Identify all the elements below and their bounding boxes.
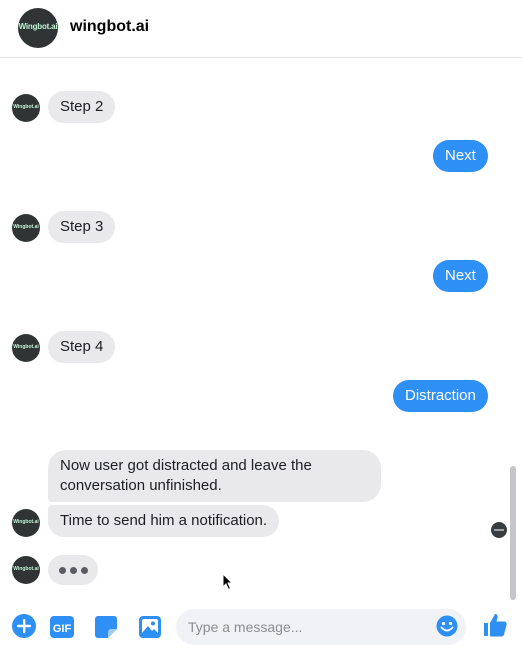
typing-dot [81,567,88,574]
chat-title[interactable]: wingbot.ai [70,18,149,36]
emoji-icon[interactable] [436,615,458,637]
message-bubble-incoming: Now user got distracted and leave the co… [48,450,381,502]
message-bubble-incoming: Step 4 [48,331,116,363]
bot-avatar-small: Wingbot.ai [12,334,40,362]
like-icon[interactable] [481,611,509,639]
typing-dot [70,567,77,574]
message-bubble-incoming: Step 2 [48,91,116,123]
photo-icon[interactable] [137,614,163,640]
bot-avatar-small: Wingbot.ai [12,94,40,122]
avatar-text: Wingbot.ai [13,566,39,572]
avatar-text: Wingbot.ai [13,519,39,525]
sticker-icon[interactable] [93,614,119,640]
message-bubble-outgoing: Next [433,140,488,172]
message-bubble-outgoing: Distraction [393,380,488,412]
message-input[interactable] [188,609,428,645]
scrollbar[interactable] [510,466,516,600]
bot-avatar-small: Wingbot.ai [12,556,40,584]
avatar-text: Wingbot.ai [18,22,58,31]
bot-avatar[interactable]: Wingbot.ai [18,8,58,48]
message-bubble-incoming: Time to send him a notification. [48,505,280,537]
message-bubble-incoming: Step 3 [48,211,116,243]
bot-avatar-small: Wingbot.ai [12,214,40,242]
typing-dot [59,567,66,574]
seen-indicator-icon [491,522,507,538]
add-icon[interactable] [11,613,37,639]
bot-avatar-small: Wingbot.ai [12,509,40,537]
avatar-text: Wingbot.ai [13,224,39,230]
gif-icon[interactable]: GIF [49,614,75,640]
avatar-text: Wingbot.ai [13,104,39,110]
typing-indicator [48,555,98,585]
gif-label: GIF [53,623,72,635]
mouse-pointer-icon [222,573,234,591]
chat-header: Wingbot.ai wingbot.ai [0,0,522,58]
message-input-box[interactable] [176,609,466,645]
message-bubble-outgoing: Next [433,260,488,292]
avatar-text: Wingbot.ai [13,344,39,350]
message-thread: Wingbot.ai Step 2 Next Wingbot.ai Step 3… [0,58,522,600]
